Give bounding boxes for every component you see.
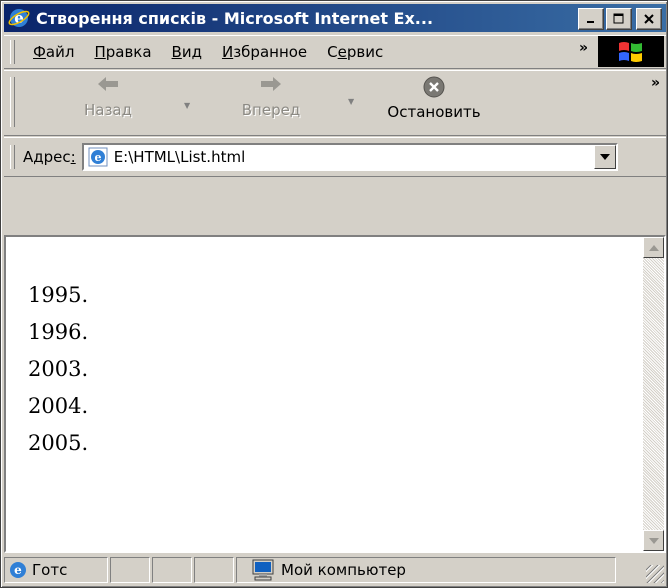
windows-logo-icon [598, 36, 664, 67]
browser-window: e Створення списків - Microsoft Internet… [0, 0, 668, 588]
menu-edit[interactable]: Правка [84, 43, 161, 61]
window-controls [578, 8, 662, 30]
ie-icon: e [8, 9, 30, 27]
maximize-icon [613, 13, 624, 24]
stop-icon [423, 76, 445, 98]
menu-file[interactable]: Файл [23, 43, 84, 61]
zone-label: Мой компьютер [281, 561, 406, 579]
forward-arrow-icon [261, 77, 281, 91]
scroll-down-button[interactable] [643, 530, 664, 551]
page-icon: e [88, 147, 108, 167]
toolbar-grip[interactable] [10, 77, 15, 127]
my-computer-icon [252, 559, 274, 581]
scroll-down-icon [648, 537, 659, 544]
status-zone-panel: Мой компьютер [236, 557, 616, 583]
menu-grip[interactable] [10, 40, 15, 64]
menu-bar: Файл Правка Вид Избранное Сервис » [4, 35, 666, 69]
list-item: 1995. [28, 283, 89, 307]
svg-text:e: e [14, 563, 22, 577]
list-item: 2004. [28, 394, 89, 418]
address-bar: Адрес: e E:\HTML\List.html [4, 137, 666, 177]
status-panel-privacy [194, 557, 234, 583]
address-label: Адрес: [23, 148, 76, 166]
forward-button[interactable]: Вперед [226, 75, 316, 119]
menu-favorites[interactable]: Избранное [212, 43, 317, 61]
menu-overflow-chevron[interactable]: » [579, 40, 588, 56]
close-icon [644, 14, 654, 24]
list-item: 1996. [28, 320, 89, 344]
status-panel-secure [152, 557, 192, 583]
status-text: Готс [32, 561, 68, 579]
address-value: E:\HTML\List.html [113, 148, 246, 166]
close-button[interactable] [636, 8, 662, 30]
document-body: 1995. 1996. 2003. 2004. 2005. [6, 237, 642, 551]
back-arrow-icon [98, 77, 118, 91]
back-button[interactable]: Назад [68, 75, 148, 119]
menu-tools[interactable]: Сервис [317, 43, 393, 61]
standard-toolbar: Назад ▼ Вперед ▼ Остановить » [4, 70, 666, 136]
list-item: 2003. [28, 357, 89, 381]
toolbar-overflow-chevron[interactable]: » [651, 75, 660, 91]
status-text-panel: e Готс [4, 557, 108, 583]
menu-view[interactable]: Вид [162, 43, 212, 61]
address-dropdown-button[interactable] [593, 145, 616, 169]
scroll-up-icon [648, 244, 659, 251]
stop-button[interactable]: Остановить [364, 75, 504, 121]
status-bar: e Готс Мой компьютер [4, 555, 666, 585]
page-content: 1995. 1996. 2003. 2004. 2005. [4, 235, 666, 553]
forward-dropdown-icon[interactable]: ▼ [348, 97, 354, 106]
minimize-button[interactable] [578, 8, 604, 30]
maximize-button[interactable] [606, 8, 632, 30]
status-panel-progress [110, 557, 150, 583]
page-status-icon: e [10, 562, 26, 578]
vertical-scrollbar[interactable] [643, 237, 664, 551]
svg-text:e: e [94, 151, 101, 164]
address-grip[interactable] [10, 145, 15, 169]
list-item: 2005. [28, 431, 89, 455]
resize-grip[interactable] [646, 565, 664, 583]
window-title: Створення списків - Microsoft Internet E… [36, 8, 434, 28]
scroll-up-button[interactable] [643, 237, 664, 258]
minimize-icon [587, 21, 594, 23]
back-dropdown-icon[interactable]: ▼ [184, 101, 190, 110]
title-bar[interactable]: e Створення списків - Microsoft Internet… [4, 4, 666, 32]
chevron-down-icon [599, 154, 610, 160]
address-input[interactable]: e E:\HTML\List.html [81, 143, 618, 171]
